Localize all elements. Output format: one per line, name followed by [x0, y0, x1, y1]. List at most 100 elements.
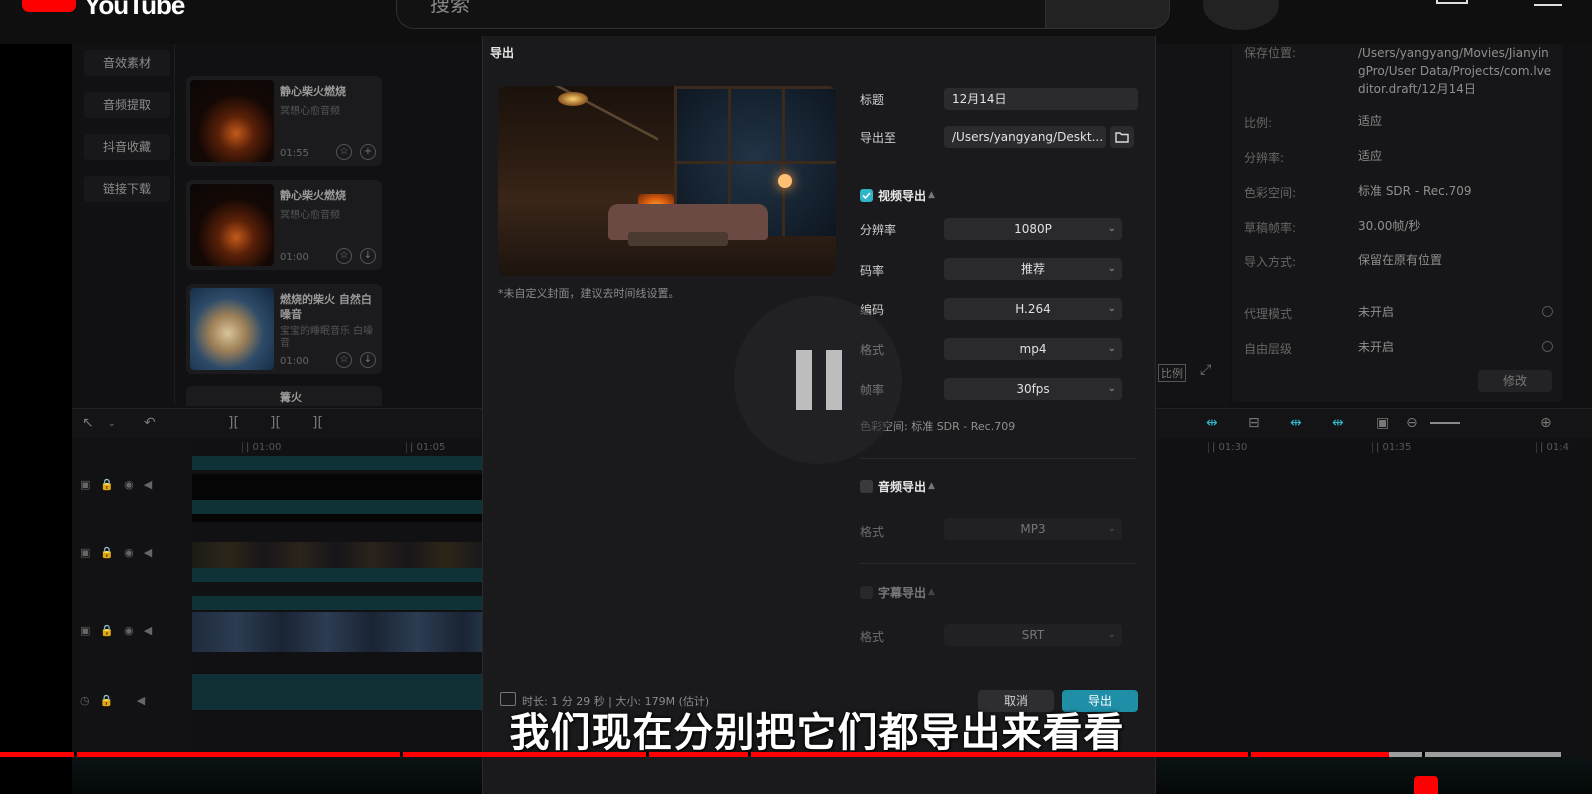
align-icon[interactable]: ⇹: [1332, 415, 1344, 431]
media-card[interactable]: 篝火: [186, 386, 382, 406]
clip-strip[interactable]: [192, 568, 492, 582]
video-clip[interactable]: [192, 542, 492, 568]
timeline-clip[interactable]: [192, 474, 492, 522]
bitrate-label: 码率: [860, 264, 885, 278]
prop-value: 未开启: [1358, 340, 1395, 354]
pause-bar-left: [796, 350, 812, 410]
track-controls[interactable]: ▣🔒◉◀: [80, 624, 162, 637]
media-duration: 01:55: [280, 148, 309, 159]
clip-strip[interactable]: [192, 456, 492, 470]
media-thumbnail: [190, 80, 274, 162]
chapter-gap: [646, 752, 649, 757]
search-button[interactable]: [1045, 0, 1170, 29]
ruler-label: | 01:35: [1372, 442, 1411, 453]
video-caption: 我们现在分别把它们都导出来看看: [509, 710, 1125, 756]
collapse-caret-icon[interactable]: ▲: [928, 481, 935, 491]
media-thumbnail: [190, 184, 274, 266]
nav-item-link-download[interactable]: 链接下载: [84, 176, 170, 202]
chevron-down-icon: ⌄: [1107, 263, 1116, 274]
clip-strip[interactable]: [192, 500, 492, 514]
media-card[interactable]: 静心柴火燃烧 冥想心愈音频 01:00 ☆ ↓: [186, 180, 382, 270]
undo-icon[interactable]: ↶: [144, 415, 156, 431]
fullscreen-icon[interactable]: ⤢: [1200, 362, 1211, 378]
prop-label: 比例:: [1244, 116, 1273, 130]
star-icon[interactable]: ☆: [336, 248, 352, 264]
search-input[interactable]: [396, 0, 1046, 29]
link-icon[interactable]: ⇹: [1206, 415, 1218, 431]
prop-label: 代理模式: [1244, 307, 1293, 321]
split-left-icon[interactable]: ][: [270, 415, 281, 431]
clip-strip[interactable]: [192, 596, 492, 610]
media-card[interactable]: 燃烧的柴火 自然白噪音 宝宝的睡眠音乐 白噪音 01:00 ☆ ↓: [186, 284, 382, 374]
chevron-down-icon: ⌄: [1107, 523, 1116, 534]
progress-played: [0, 752, 1389, 757]
chevron-down-icon: ⌄: [1107, 343, 1116, 354]
prop-value: /Users/yangyang/Movies/JianyingPro/User …: [1358, 46, 1552, 96]
snap-icon[interactable]: ⊟: [1248, 415, 1260, 431]
track-controls[interactable]: ▣🔒◉◀: [80, 546, 162, 559]
media-subtitle: 冥想心愈音频: [280, 210, 340, 221]
ruler-label: | 01:00: [242, 442, 281, 453]
info-icon[interactable]: [1542, 341, 1553, 352]
chevron-down-icon[interactable]: ⌄: [108, 419, 116, 429]
select-cursor-icon[interactable]: ↖: [82, 415, 94, 431]
split-icon[interactable]: ][: [228, 415, 239, 431]
format-select[interactable]: mp4 ⌄: [944, 338, 1122, 360]
preview-axis-icon[interactable]: ⇹: [1290, 415, 1302, 431]
pause-bar-right: [826, 350, 842, 410]
modify-button[interactable]: 修改: [1478, 370, 1552, 392]
notifications-icon[interactable]: [1534, 0, 1562, 6]
title-input[interactable]: 12月14日: [944, 88, 1138, 110]
zoom-slider[interactable]: [1430, 422, 1460, 424]
player-area: 比例 ⤢: [1150, 44, 1230, 406]
folder-icon[interactable]: [1110, 126, 1134, 148]
title-label: 标题: [860, 93, 885, 107]
track-controls[interactable]: ▣🔒◉◀: [80, 478, 162, 491]
pause-icon[interactable]: [734, 296, 902, 464]
fps-select[interactable]: 30fps ⌄: [944, 378, 1122, 400]
caption-icon[interactable]: ▣: [1376, 415, 1389, 431]
create-icon[interactable]: [1436, 0, 1468, 4]
bitrate-select[interactable]: 推荐 ⌄: [944, 258, 1122, 280]
nav-item-sound-effects[interactable]: 音效素材: [84, 50, 170, 76]
split-right-icon[interactable]: ][: [312, 415, 323, 431]
zoom-in-icon[interactable]: ⊕: [1540, 415, 1552, 431]
add-icon[interactable]: +: [360, 144, 376, 160]
media-thumbnail: [190, 288, 274, 370]
youtube-logo-text[interactable]: YouTube: [84, 0, 185, 21]
star-icon[interactable]: ☆: [336, 144, 352, 160]
video-clip[interactable]: [192, 612, 492, 652]
media-subtitle: 冥想心愈音频: [280, 106, 340, 117]
media-card[interactable]: 静心柴火燃烧 冥想心愈音频 01:55 ☆ +: [186, 76, 382, 166]
nav-item-douyin-favorites[interactable]: 抖音收藏: [84, 134, 170, 160]
media-nav: 音效素材 音频提取 抖音收藏 链接下载: [84, 44, 170, 404]
info-icon[interactable]: [1542, 306, 1553, 317]
prop-value: 适应: [1358, 149, 1383, 163]
star-icon[interactable]: ☆: [336, 352, 352, 368]
video-export-checkbox[interactable]: [860, 189, 873, 202]
youtube-logo-icon[interactable]: [22, 0, 76, 12]
collapse-caret-icon[interactable]: ▲: [928, 190, 935, 200]
nav-item-audio-extract[interactable]: 音频提取: [84, 92, 170, 118]
download-icon[interactable]: ↓: [360, 248, 376, 264]
media-title: 燃烧的柴火 自然白噪音: [280, 293, 372, 321]
ratio-button[interactable]: 比例: [1158, 364, 1186, 382]
zoom-out-icon[interactable]: ⊖: [1406, 415, 1418, 431]
prop-label: 分辨率:: [1244, 151, 1285, 165]
export-to-label: 导出至: [860, 131, 897, 145]
subtitle-export-checkbox[interactable]: [860, 586, 873, 599]
chapter-gap: [1248, 752, 1251, 757]
collapse-caret-icon[interactable]: ▲: [928, 587, 935, 597]
video-progress-bar[interactable]: [0, 752, 1564, 757]
export-path-input[interactable]: /Users/yangyang/Deskt...: [944, 126, 1106, 148]
download-icon[interactable]: ↓: [360, 352, 376, 368]
bitrate-value: 推荐: [1020, 262, 1045, 276]
audio-export-checkbox[interactable]: [860, 480, 873, 493]
subtitle-export-label: 字幕导出: [878, 586, 927, 600]
subtitle-format-label: 格式: [860, 630, 885, 644]
resolution-select[interactable]: 1080P ⌄: [944, 218, 1122, 240]
cover-preview[interactable]: [498, 86, 836, 276]
subtitle-format-select[interactable]: SRT ⌄: [944, 624, 1122, 646]
audio-format-select[interactable]: MP3 ⌄: [944, 518, 1122, 540]
codec-select[interactable]: H.264 ⌄: [944, 298, 1122, 320]
